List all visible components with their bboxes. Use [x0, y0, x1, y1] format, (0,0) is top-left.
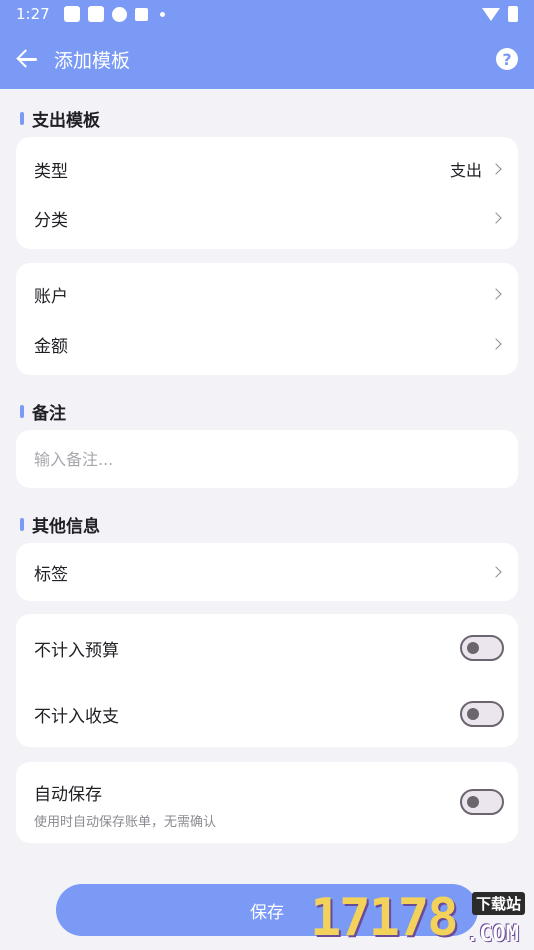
- row-label-type: 类型: [34, 161, 68, 182]
- section-title-expense-template: 支出模板: [20, 106, 100, 131]
- status-time: 1:27: [16, 5, 50, 23]
- watermark-digits: 17178: [310, 888, 459, 948]
- back-arrow-icon[interactable]: [16, 48, 38, 70]
- notification-app-icon: [87, 6, 104, 22]
- row-label-exclude-income-expense: 不计入收支: [34, 706, 119, 727]
- app-bar: 添加模板 ?: [0, 34, 534, 84]
- card-type-category: 类型 支出 分类: [16, 137, 518, 249]
- row-label-account: 账户: [34, 286, 68, 307]
- chevron-right-icon: [490, 566, 502, 578]
- section-marker: [20, 112, 24, 125]
- section-marker: [20, 405, 24, 418]
- row-label-exclude-budget: 不计入预算: [34, 640, 119, 661]
- toggle-knob: [467, 642, 479, 654]
- battery-icon: [508, 6, 518, 22]
- font-icon: [134, 7, 148, 21]
- row-value-type: 支出: [449, 161, 482, 180]
- chevron-right-icon: [490, 212, 502, 224]
- toggle-knob: [467, 708, 479, 720]
- row-exclude-budget: 不计入预算: [16, 623, 518, 673]
- card-account-amount: 账户 金额: [16, 263, 518, 375]
- sync-icon: [111, 6, 127, 22]
- more-notifications-dot-icon: [159, 11, 165, 17]
- card-remark: [16, 430, 518, 488]
- card-exclusions: 不计入预算 不计入收支: [16, 614, 518, 747]
- row-tags[interactable]: 标签: [16, 547, 518, 597]
- watermark-tag: 下载站: [472, 892, 526, 915]
- card-auto-save: 自动保存 使用时自动保存账单，无需确认: [16, 762, 518, 843]
- chevron-right-icon: [490, 338, 502, 350]
- section-title-text: 其他信息: [32, 517, 100, 537]
- notification-app-icon: [63, 6, 80, 22]
- chevron-right-icon: [490, 288, 502, 300]
- row-label-amount: 金额: [34, 336, 68, 357]
- auto-save-description: 使用时自动保存账单，无需确认: [34, 815, 217, 830]
- section-marker: [20, 518, 24, 531]
- section-title-other-info: 其他信息: [20, 512, 100, 537]
- page-title: 添加模板: [54, 49, 131, 72]
- row-label-tags: 标签: [34, 564, 68, 585]
- status-bar: 1:27: [0, 0, 534, 28]
- exclude-income-expense-toggle[interactable]: [460, 701, 504, 727]
- row-type[interactable]: 类型 支出: [16, 144, 518, 194]
- toggle-knob: [467, 796, 479, 808]
- section-title-text: 支出模板: [32, 111, 100, 131]
- header: 1:27 添加模板 ?: [0, 0, 534, 89]
- exclude-budget-toggle[interactable]: [460, 635, 504, 661]
- row-amount[interactable]: 金额: [16, 319, 518, 369]
- site-watermark-logo: 17178 下载站 .COM: [310, 888, 534, 950]
- chevron-right-icon: [490, 163, 502, 175]
- row-category[interactable]: 分类: [16, 193, 518, 243]
- section-title-text: 备注: [32, 404, 66, 424]
- auto-save-toggle[interactable]: [460, 789, 504, 815]
- row-exclude-income-expense: 不计入收支: [16, 689, 518, 739]
- status-right: [482, 6, 518, 22]
- row-account[interactable]: 账户: [16, 269, 518, 319]
- row-label-auto-save: 自动保存: [34, 785, 102, 805]
- help-icon[interactable]: ?: [496, 48, 518, 70]
- watermark-com: .COM: [466, 922, 519, 947]
- wifi-icon: [482, 7, 500, 21]
- card-tags: 标签: [16, 543, 518, 601]
- row-label-category: 分类: [34, 210, 68, 231]
- section-title-remark: 备注: [20, 399, 66, 424]
- auto-save-text: 自动保存 使用时自动保存账单，无需确认: [34, 780, 216, 830]
- remark-input[interactable]: [34, 430, 500, 488]
